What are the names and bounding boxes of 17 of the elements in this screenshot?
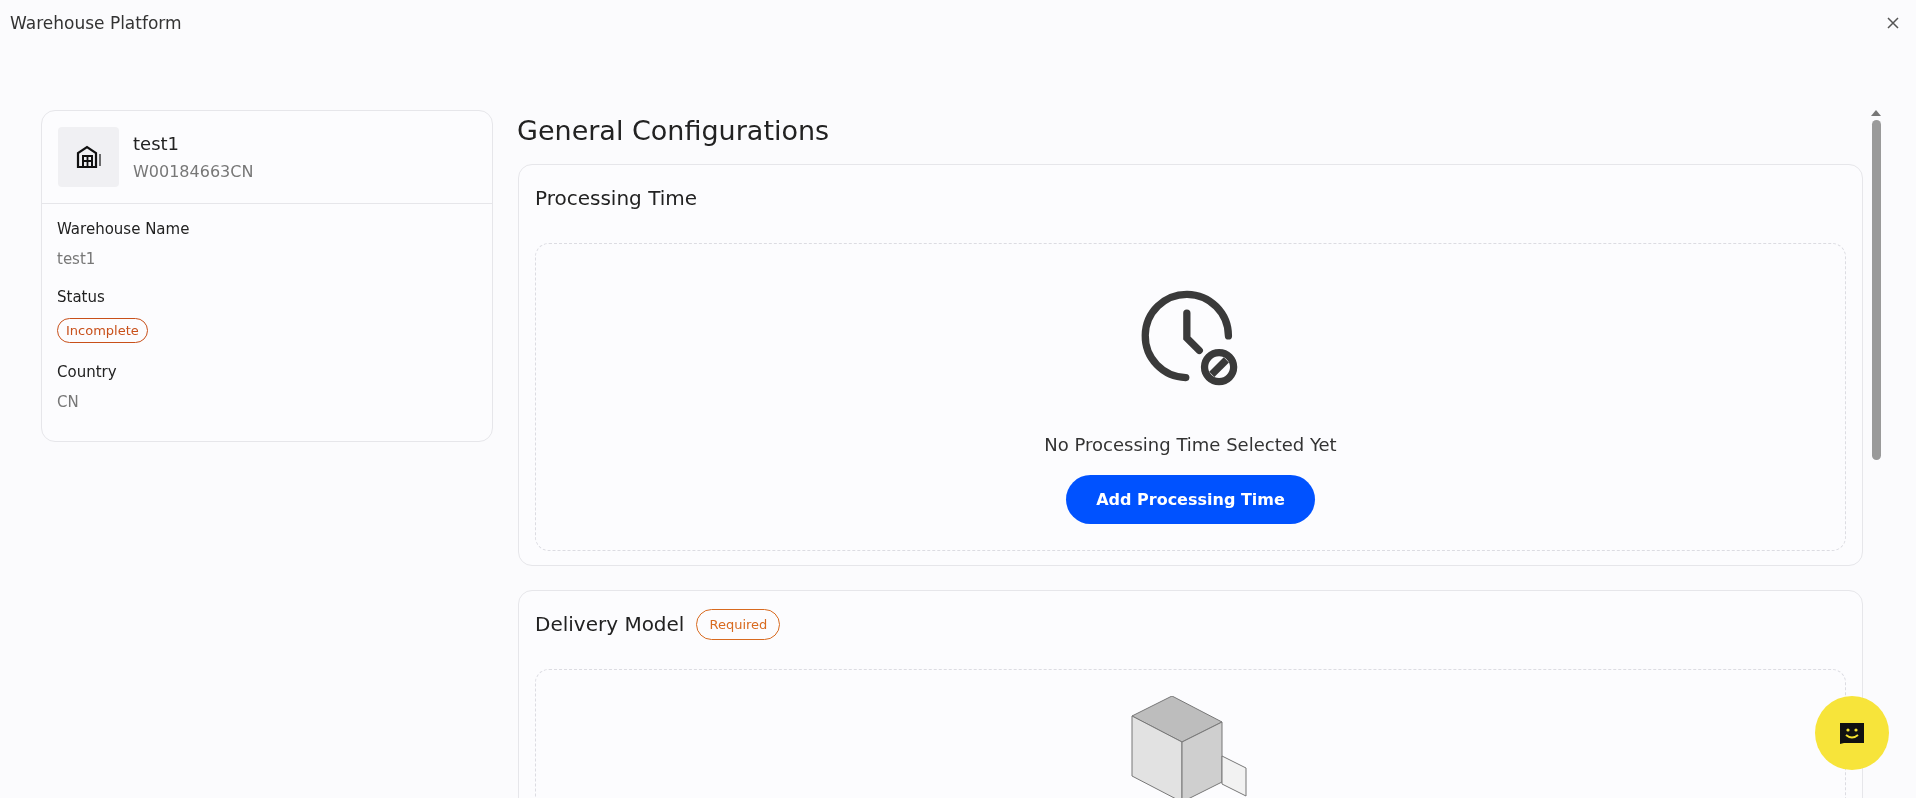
field-value: test1 xyxy=(57,250,96,268)
field-label: Warehouse Name xyxy=(57,220,190,238)
warehouse-code: W00184663CN xyxy=(133,162,254,181)
scroll-up-icon[interactable] xyxy=(1871,110,1881,116)
section-title: Processing Time xyxy=(535,186,698,210)
field-label: Country xyxy=(57,363,117,381)
warehouse-name: test1 xyxy=(133,133,181,154)
warehouse-icon xyxy=(75,145,102,169)
field-value: CN xyxy=(57,393,79,411)
page-heading: General Configurations xyxy=(518,115,831,146)
smiley-chat-icon xyxy=(1839,721,1865,745)
add-processing-time-button[interactable]: Add Processing Time xyxy=(1066,475,1315,524)
window-title: Warehouse Platform xyxy=(10,13,182,33)
section-title: Delivery Model xyxy=(535,612,685,636)
close-icon[interactable] xyxy=(1886,16,1900,30)
empty-message: No Processing Time Selected Yet xyxy=(1044,434,1337,455)
field-label: Status xyxy=(57,288,105,306)
